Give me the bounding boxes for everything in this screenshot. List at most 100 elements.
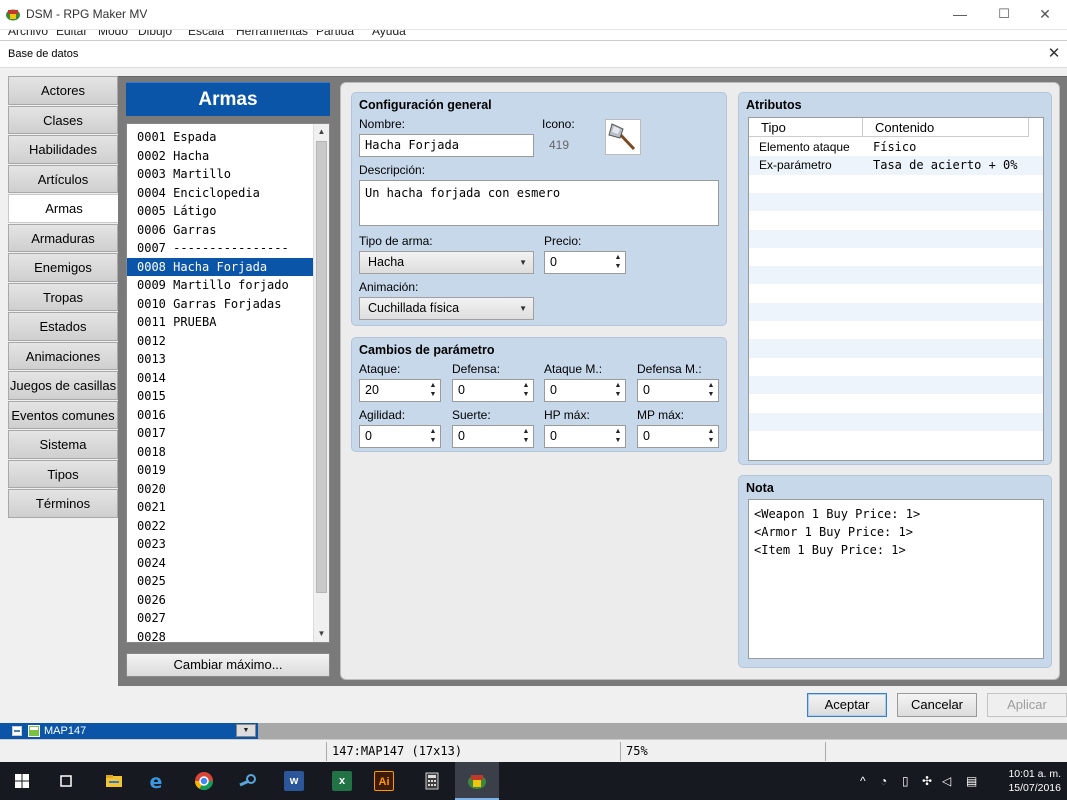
tab-estados[interactable]: Estados — [8, 312, 118, 341]
attack-stepper[interactable]: 20 ▲ ▼ — [359, 379, 441, 402]
file-explorer-icon[interactable] — [104, 771, 124, 791]
tab-terminos[interactable]: Términos — [8, 489, 118, 518]
table-row[interactable]: Ex-parámetro Tasa de acierto + 0% — [749, 156, 1043, 175]
tray-app-icon[interactable]: ✣ — [922, 774, 932, 788]
table-row[interactable] — [749, 339, 1043, 358]
table-row[interactable] — [749, 321, 1043, 339]
map-tree-item[interactable]: MAP147 ▼ — [0, 723, 258, 739]
word-icon[interactable]: w — [284, 771, 304, 791]
table-row[interactable] — [749, 431, 1043, 449]
table-row[interactable] — [749, 302, 1043, 321]
spin-arrows-icon[interactable]: ▲ ▼ — [613, 381, 623, 399]
chevron-down-icon[interactable]: ▼ — [236, 724, 256, 737]
menu-escala[interactable]: Escala — [188, 30, 224, 38]
table-row[interactable] — [749, 192, 1043, 212]
close-button[interactable]: ✕ — [1023, 0, 1067, 30]
tray-notification-icon[interactable]: ▤ — [966, 774, 977, 788]
description-input[interactable]: Un hacha forjada con esmero — [359, 180, 719, 226]
tab-articulos[interactable]: Artículos — [8, 164, 118, 193]
tab-armas[interactable]: Armas — [8, 194, 120, 223]
start-icon[interactable] — [12, 771, 32, 791]
table-row[interactable]: Elemento ataque Físico — [749, 138, 1043, 156]
table-row[interactable] — [749, 211, 1043, 229]
steam-icon[interactable] — [238, 771, 258, 791]
col-header-content[interactable]: Contenido — [863, 118, 1029, 137]
tab-actores[interactable]: Actores — [8, 76, 118, 105]
menu-editar[interactable]: Editar — [56, 30, 87, 38]
list-item[interactable]: 0021 — [127, 498, 314, 517]
list-item[interactable]: 0020 — [127, 480, 314, 499]
menu-archivo[interactable]: Archivo — [8, 30, 48, 38]
note-textarea[interactable]: <Weapon 1 Buy Price: 1> <Armor 1 Buy Pri… — [748, 499, 1044, 659]
maximize-button[interactable]: ☐ — [982, 0, 1026, 30]
list-item[interactable]: 0001 Espada — [127, 128, 314, 147]
apply-button[interactable]: Aplicar — [987, 693, 1067, 717]
menu-herramientas[interactable]: Herramientas — [236, 30, 308, 38]
scroll-up-icon[interactable]: ▲ — [314, 124, 329, 140]
list-item[interactable]: 0017 — [127, 424, 314, 443]
calculator-icon[interactable] — [422, 771, 442, 791]
magic-attack-stepper[interactable]: 0 ▲ ▼ — [544, 379, 626, 402]
tab-armaduras[interactable]: Armaduras — [8, 223, 118, 252]
max-mp-stepper[interactable]: 0 ▲ ▼ — [637, 425, 719, 448]
list-item[interactable]: 0023 — [127, 535, 314, 554]
tab-juegos-de-casillas[interactable]: Juegos de casillas — [8, 371, 118, 400]
list-item[interactable]: 0010 Garras Forjadas — [127, 295, 314, 314]
list-item[interactable]: 0019 — [127, 461, 314, 480]
list-item[interactable]: 0025 — [127, 572, 314, 591]
table-row[interactable] — [749, 394, 1043, 412]
spin-arrows-icon[interactable]: ▲ ▼ — [521, 427, 531, 445]
ok-button[interactable]: Aceptar — [807, 693, 887, 717]
weapon-type-select[interactable]: Hacha ▼ — [359, 251, 534, 274]
table-row[interactable] — [749, 266, 1043, 285]
chrome-icon[interactable] — [194, 771, 214, 791]
list-item[interactable]: 0006 Garras — [127, 221, 314, 240]
list-item[interactable]: 0002 Hacha — [127, 147, 314, 166]
list-item[interactable]: 0007 ---------------- — [127, 239, 314, 258]
task-view-icon[interactable] — [56, 771, 76, 791]
list-scrollbar[interactable]: ▲ ▼ — [313, 124, 329, 642]
list-item[interactable]: 0028 — [127, 628, 314, 643]
defense-stepper[interactable]: 0 ▲ ▼ — [452, 379, 534, 402]
list-item[interactable]: 0004 Enciclopedia — [127, 184, 314, 203]
scrollbar-thumb[interactable] — [316, 141, 327, 593]
magic-defense-stepper[interactable]: 0 ▲ ▼ — [637, 379, 719, 402]
tab-eventos-comunes[interactable]: Eventos comunes — [8, 400, 118, 429]
list-item[interactable]: 0003 Martillo — [127, 165, 314, 184]
list-item[interactable]: 0013 — [127, 350, 314, 369]
cancel-button[interactable]: Cancelar — [897, 693, 977, 717]
minimize-button[interactable]: — — [938, 0, 982, 30]
list-item[interactable]: 0014 — [127, 369, 314, 388]
list-item[interactable]: 0022 — [127, 517, 314, 536]
list-item[interactable]: 0012 — [127, 332, 314, 351]
table-row[interactable] — [749, 248, 1043, 266]
list-item[interactable]: 0026 — [127, 591, 314, 610]
tray-clock[interactable]: 10:01 a. m. 15/07/2016 — [1008, 767, 1061, 795]
spin-arrows-icon[interactable]: ▲ ▼ — [613, 427, 623, 445]
list-item[interactable]: 0008 Hacha Forjada — [127, 257, 314, 276]
spin-arrows-icon[interactable]: ▲ ▼ — [428, 381, 438, 399]
agility-stepper[interactable]: 0 ▲ ▼ — [359, 425, 441, 448]
table-row[interactable] — [749, 375, 1043, 395]
tab-tipos[interactable]: Tipos — [8, 459, 118, 488]
list-item[interactable]: 0016 — [127, 406, 314, 425]
tab-enemigos[interactable]: Enemigos — [8, 253, 118, 282]
tab-tropas[interactable]: Tropas — [8, 282, 118, 311]
tab-habilidades[interactable]: Habilidades — [8, 135, 118, 164]
scroll-down-icon[interactable]: ▼ — [314, 626, 329, 642]
spin-arrows-icon[interactable]: ▲ ▼ — [428, 427, 438, 445]
spin-arrows-icon[interactable]: ▲ ▼ — [521, 381, 531, 399]
animation-select[interactable]: Cuchillada física ▼ — [359, 297, 534, 320]
change-max-button[interactable]: Cambiar máximo... — [126, 653, 330, 677]
spin-arrows-icon[interactable]: ▲ ▼ — [613, 253, 623, 271]
tab-sistema[interactable]: Sistema — [8, 430, 118, 459]
list-item[interactable]: 0015 — [127, 387, 314, 406]
tray-battery-icon[interactable]: ▯ — [902, 774, 909, 788]
dialog-close-icon[interactable]: ✕ — [1045, 44, 1063, 62]
col-header-type[interactable]: Tipo — [749, 118, 863, 137]
spin-arrows-icon[interactable]: ▲ ▼ — [706, 381, 716, 399]
excel-icon[interactable]: x — [332, 771, 352, 791]
menu-dibujo[interactable]: Dibujo — [138, 30, 172, 38]
active-app-highlight[interactable] — [455, 762, 499, 800]
icon-picker[interactable] — [605, 119, 641, 155]
